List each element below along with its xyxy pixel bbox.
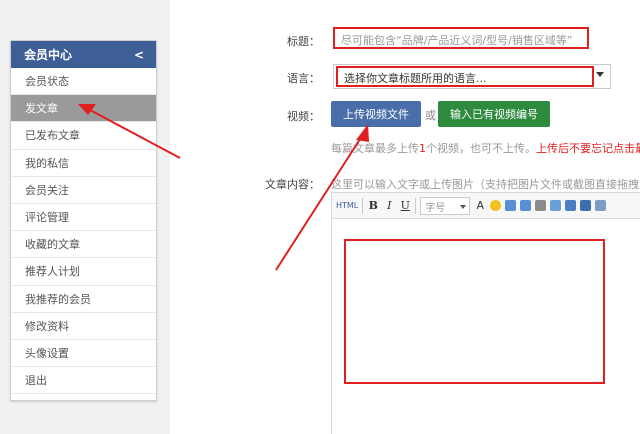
sidebar-header[interactable]: 会员中心 < xyxy=(11,41,156,68)
editor-toolbar: HTML B I U 字号 A xyxy=(332,193,640,219)
note-count: 1 xyxy=(419,142,426,155)
link-icon[interactable] xyxy=(535,200,547,211)
sidebar-item-logout[interactable]: 退出 xyxy=(11,367,156,395)
sidebar-item-favorites[interactable]: 收藏的文章 xyxy=(11,231,156,259)
undo-icon[interactable] xyxy=(505,200,517,211)
chevron-left-icon[interactable]: < xyxy=(134,48,144,62)
language-label: 语言： xyxy=(287,72,320,85)
sidebar-item-private-messages[interactable]: 我的私信 xyxy=(11,150,156,177)
sidebar-title: 会员中心 xyxy=(24,48,73,62)
enter-video-code-button[interactable]: 输入已有视频编号 xyxy=(438,101,550,127)
font-color-button[interactable]: A xyxy=(474,199,486,212)
sidebar-item-follows[interactable]: 会员关注 xyxy=(11,177,156,204)
html-source-button[interactable]: HTML xyxy=(336,201,358,210)
note-warning: 上传后不要忘记点击最下面 xyxy=(536,142,640,155)
sidebar-item-comments[interactable]: 评论管理 xyxy=(11,204,156,232)
upload-video-button[interactable]: 上传视频文件 xyxy=(331,101,421,127)
language-select[interactable]: 选择你文章标题所用的语言... xyxy=(333,64,611,89)
sidebar-item-my-referrals[interactable]: 我推荐的会员 xyxy=(11,286,156,313)
rich-text-editor[interactable]: HTML B I U 字号 A xyxy=(331,192,640,434)
emoji-icon[interactable] xyxy=(490,200,502,211)
sidebar-list: 会员状态 发文章 已发布文章 我的私信 会员关注 评论管理 收藏的文章 推荐人计… xyxy=(11,68,156,395)
content-hint: 这里可以输入文字或上传图片（支持把图片文件或截图直接拖拽到这里 xyxy=(331,178,640,191)
bold-button[interactable]: B xyxy=(367,199,379,212)
note-prefix: 每篇文章最多上传 xyxy=(331,142,419,155)
sidebar-item-member-status[interactable]: 会员状态 xyxy=(11,68,156,96)
format-icon[interactable] xyxy=(550,200,562,211)
video-label: 视频： xyxy=(287,110,320,123)
font-size-select[interactable]: 字号 xyxy=(420,196,471,215)
underline-button[interactable]: U xyxy=(399,199,411,212)
content-area-highlight xyxy=(344,239,605,384)
sidebar-item-post-article[interactable]: 发文章 xyxy=(11,95,156,123)
or-text: 或 xyxy=(425,109,436,122)
toolbar-divider xyxy=(362,197,364,214)
caret-down-icon xyxy=(596,72,604,77)
sidebar-item-published-articles[interactable]: 已发布文章 xyxy=(11,122,156,150)
redo-icon[interactable] xyxy=(520,200,532,211)
sidebar-item-edit-profile[interactable]: 修改资料 xyxy=(11,313,156,340)
table-icon[interactable] xyxy=(580,200,592,211)
media-icon[interactable] xyxy=(595,200,607,211)
member-sidebar: 会员中心 < 会员状态 发文章 已发布文章 我的私信 会员关注 评论管理 收藏的… xyxy=(10,40,157,401)
image-icon[interactable] xyxy=(565,200,577,211)
note-suffix: 个视频，也可不上传。 xyxy=(426,142,536,155)
title-label: 标题： xyxy=(287,35,320,48)
italic-button[interactable]: I xyxy=(383,199,395,212)
sidebar-item-avatar-settings[interactable]: 头像设置 xyxy=(11,340,156,368)
sidebar-item-referral-plan[interactable]: 推荐人计划 xyxy=(11,258,156,286)
content-label: 文章内容： xyxy=(265,178,320,191)
toolbar-divider xyxy=(415,197,417,214)
video-upload-note: 每篇文章最多上传1个视频，也可不上传。上传后不要忘记点击最下面 xyxy=(331,140,640,156)
language-select-value: 选择你文章标题所用的语言... xyxy=(336,66,594,87)
title-input[interactable]: 尽可能包含“品牌/产品近义词/型号/销售区域等” xyxy=(333,27,589,49)
